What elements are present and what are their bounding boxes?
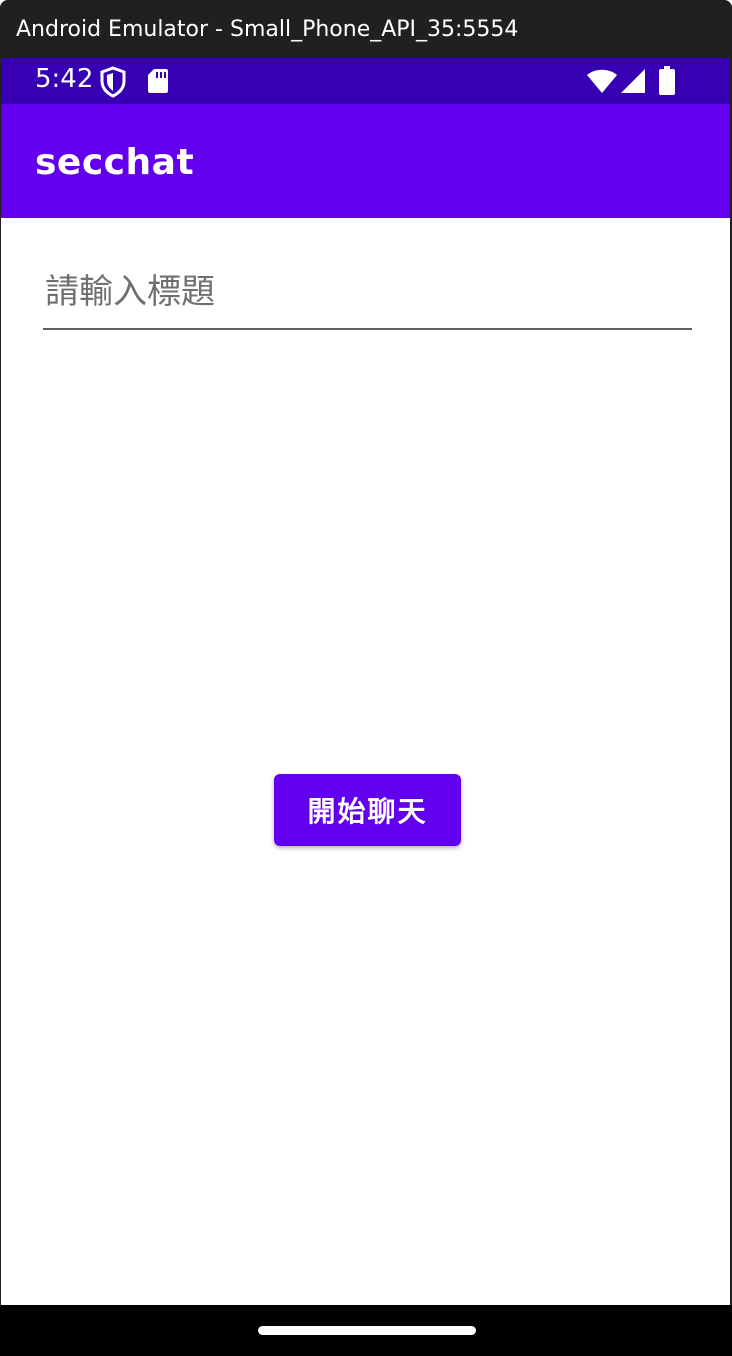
- window-title: Android Emulator - Small_Phone_API_35:55…: [0, 0, 732, 58]
- navigation-bar: [0, 1305, 732, 1356]
- home-gesture-handle[interactable]: [258, 1326, 476, 1335]
- shield-icon: [100, 66, 126, 98]
- title-input[interactable]: [43, 266, 692, 330]
- wifi-icon: [587, 69, 617, 93]
- app-bar: secchat: [1, 104, 730, 218]
- phone-screen: 5:42 secchat 請輸入標題 開始聊天: [1, 58, 730, 1305]
- sd-card-icon: [148, 69, 168, 93]
- status-bar: 5:42: [1, 58, 730, 104]
- emulator-window: Android Emulator - Small_Phone_API_35:55…: [0, 0, 732, 1356]
- main-content: 開始聊天: [1, 218, 730, 1305]
- start-chat-button[interactable]: 開始聊天: [274, 774, 461, 846]
- battery-icon: [659, 66, 675, 95]
- cell-signal-icon: [621, 69, 645, 93]
- app-title: secchat: [35, 142, 195, 183]
- status-time: 5:42: [35, 64, 94, 94]
